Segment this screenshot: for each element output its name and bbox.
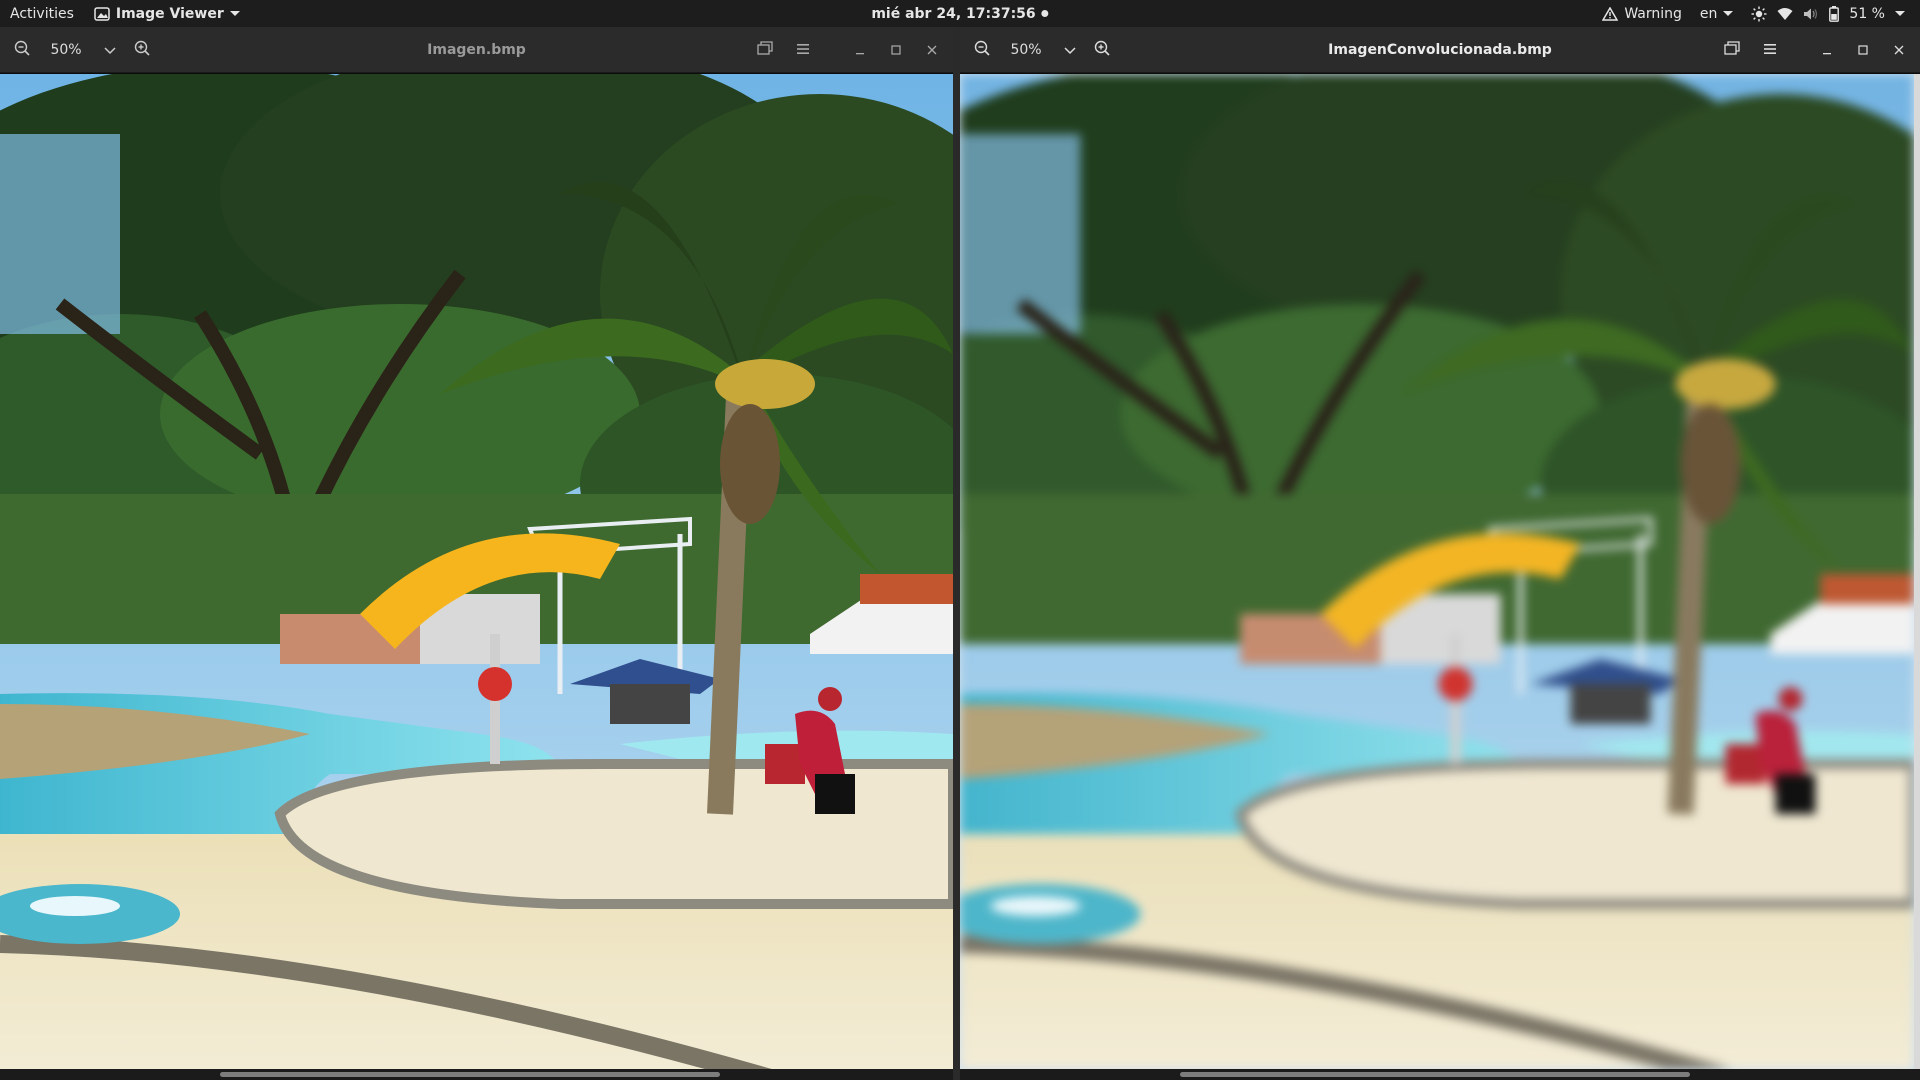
activities-label: Activities xyxy=(10,5,74,22)
volume-icon xyxy=(1803,7,1819,21)
wifi-icon xyxy=(1777,7,1793,21)
zoom-dropdown-button[interactable] xyxy=(94,35,126,65)
horizontal-scrollbar[interactable] xyxy=(960,1069,1920,1080)
zoom-out-button[interactable] xyxy=(966,35,998,65)
scrollbar-thumb[interactable] xyxy=(1180,1072,1690,1077)
zoom-level[interactable]: 50% xyxy=(998,42,1054,58)
close-button[interactable] xyxy=(917,35,947,65)
activities-button[interactable]: Activities xyxy=(0,0,84,27)
zoom-in-button[interactable] xyxy=(126,35,158,65)
zoom-out-button[interactable] xyxy=(6,35,38,65)
minimize-icon xyxy=(1822,40,1832,59)
minimize-button[interactable] xyxy=(1812,35,1842,65)
chevron-down-icon xyxy=(1895,11,1905,16)
gallery-button[interactable] xyxy=(749,35,781,65)
datetime-label: mié abr 24, 17:37:56 xyxy=(871,5,1036,22)
maximize-icon xyxy=(1858,40,1868,59)
zoom-in-button[interactable] xyxy=(1086,35,1118,65)
chevron-down-icon xyxy=(229,11,240,16)
image-canvas-original[interactable] xyxy=(0,74,953,1069)
zoom-dropdown-button[interactable] xyxy=(1054,35,1086,65)
horizontal-scrollbar[interactable] xyxy=(0,1069,953,1080)
zoom-out-icon xyxy=(14,40,30,60)
app-menu-label: Image Viewer xyxy=(115,5,224,22)
window-title: ImagenConvolucionada.bmp xyxy=(1328,41,1552,58)
maximize-button[interactable] xyxy=(881,35,911,65)
close-icon xyxy=(1894,40,1904,59)
maximize-button[interactable] xyxy=(1848,35,1878,65)
warning-indicator[interactable]: Warning xyxy=(1595,0,1689,27)
zoom-in-icon xyxy=(1094,40,1110,60)
headerbar: 50% Imagen.bmp xyxy=(0,27,953,73)
menu-button[interactable] xyxy=(787,35,819,65)
zoom-controls: 50% xyxy=(966,34,1118,66)
window-title: Imagen.bmp xyxy=(427,41,526,58)
zoom-in-icon xyxy=(134,40,150,60)
image-viewer-icon xyxy=(94,6,110,21)
gallery-button[interactable] xyxy=(1716,35,1748,65)
menu-button[interactable] xyxy=(1754,35,1786,65)
minimize-button[interactable] xyxy=(845,35,875,65)
language-label: en xyxy=(1699,5,1718,22)
zoom-out-icon xyxy=(974,40,990,60)
chevron-down-icon xyxy=(103,40,117,59)
image-viewer-window-convolved: 50% ImagenConvolucionada.bmp xyxy=(960,27,1920,1080)
chevron-down-icon xyxy=(1723,11,1734,16)
park-pool-photo xyxy=(0,74,953,1069)
close-icon xyxy=(927,40,937,59)
park-pool-photo-blurred xyxy=(960,74,1914,1069)
chevron-down-icon xyxy=(1063,40,1077,59)
app-menu[interactable]: Image Viewer xyxy=(84,0,250,27)
minimize-icon xyxy=(855,40,865,59)
zoom-level[interactable]: 50% xyxy=(38,42,94,58)
menu-icon xyxy=(1763,40,1777,59)
window-divider xyxy=(953,27,960,1080)
battery-icon xyxy=(1829,5,1840,22)
menu-icon xyxy=(796,40,810,59)
top-bar: Activities Image Viewer mié abr 24, 17:3… xyxy=(0,0,1920,27)
image-viewer-window-original: 50% Imagen.bmp xyxy=(0,27,953,1080)
image-canvas-convolved[interactable] xyxy=(960,74,1914,1069)
language-menu[interactable]: en xyxy=(1693,0,1741,27)
scrollbar-thumb[interactable] xyxy=(220,1072,720,1077)
clock[interactable]: mié abr 24, 17:37:56 xyxy=(871,0,1049,27)
gallery-icon xyxy=(1724,40,1740,59)
notification-dot-icon xyxy=(1041,10,1049,17)
close-button[interactable] xyxy=(1884,35,1914,65)
system-menu[interactable]: 51 % xyxy=(1744,0,1912,27)
brightness-icon xyxy=(1751,6,1767,22)
vertical-scrollbar[interactable] xyxy=(1914,74,1920,1069)
zoom-controls: 50% xyxy=(6,34,158,66)
warning-icon xyxy=(1602,6,1619,21)
headerbar: 50% ImagenConvolucionada.bmp xyxy=(960,27,1920,73)
maximize-icon xyxy=(891,40,901,59)
gallery-icon xyxy=(757,40,773,59)
warning-label: Warning xyxy=(1624,5,1682,22)
battery-label: 51 % xyxy=(1849,5,1885,22)
